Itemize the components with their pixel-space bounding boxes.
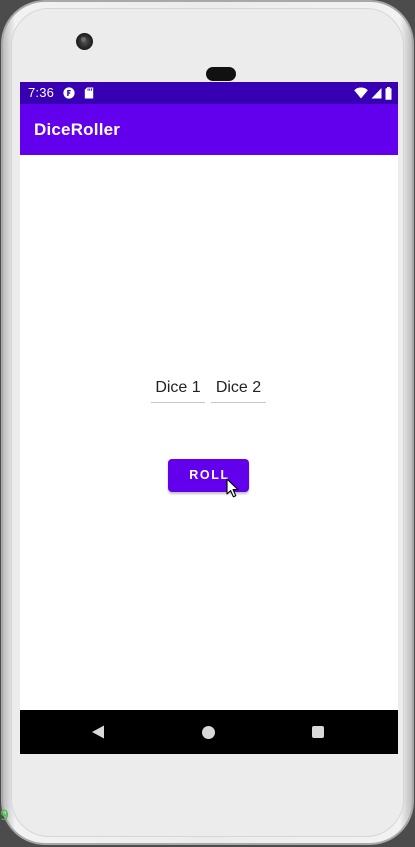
main-content: Dice 1 Dice 2 ROLL [20, 155, 398, 710]
emulator-stage: 9 7:36 DiceRoller Dice 1 Dice 2 ROLL [0, 0, 415, 847]
earpiece-speaker [206, 67, 236, 81]
app-title: DiceRoller [34, 120, 121, 139]
device-screen: 7:36 DiceRoller Dice 1 Dice 2 ROLL [20, 82, 398, 754]
navigation-bar [20, 710, 398, 754]
mouse-pointer-icon [226, 478, 239, 498]
edge-glyph: 9 [0, 808, 9, 824]
status-bar: 7:36 [20, 82, 398, 104]
cellular-signal-icon [371, 88, 382, 99]
dice-1-text[interactable]: Dice 1 [151, 377, 205, 403]
app-toolbar: DiceRoller [20, 104, 398, 155]
wifi-icon [354, 87, 368, 99]
status-time: 7:36 [28, 85, 55, 100]
front-camera-icon [76, 33, 93, 50]
home-icon[interactable] [202, 726, 215, 739]
recents-icon[interactable] [312, 726, 324, 738]
app-notification-icon [63, 87, 75, 99]
status-system-icons [354, 86, 392, 100]
sd-card-icon [84, 87, 94, 99]
back-icon[interactable] [91, 725, 105, 739]
dice-2-text[interactable]: Dice 2 [211, 377, 266, 403]
battery-icon [385, 86, 392, 100]
